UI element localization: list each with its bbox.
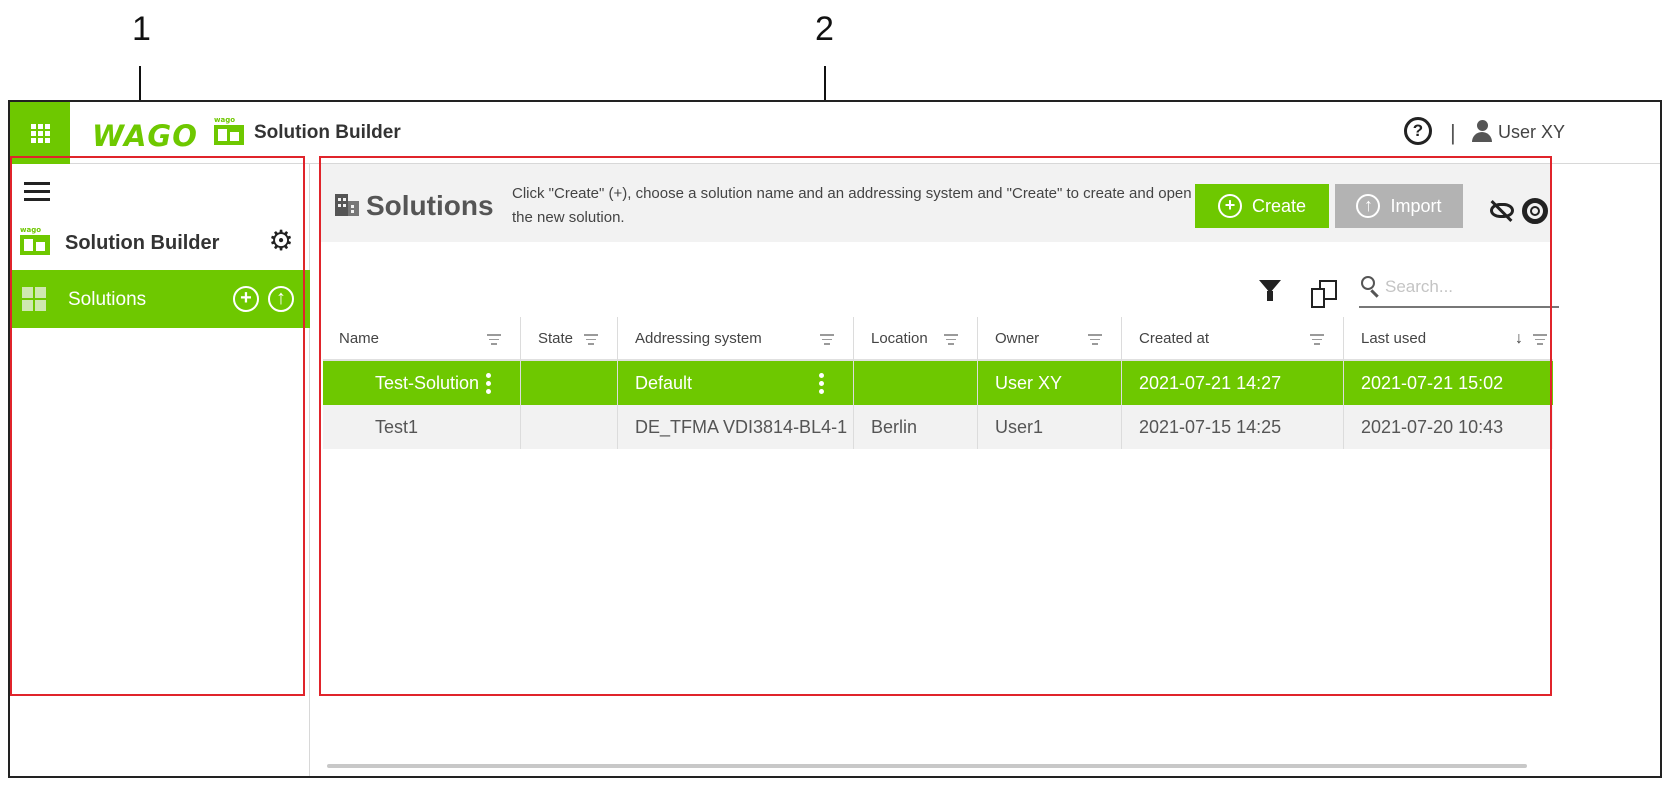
grid-icon <box>30 123 50 143</box>
callout-1: 1 <box>132 10 151 48</box>
app-title: Solution Builder <box>254 122 401 143</box>
app-launcher-button[interactable] <box>10 102 70 164</box>
region-2-highlight <box>319 156 1552 696</box>
solution-builder-icon: wago <box>214 116 244 146</box>
region-1-highlight <box>10 156 305 696</box>
wago-logo: WAGO <box>92 119 198 153</box>
help-icon[interactable]: ? <box>1404 117 1432 145</box>
horizontal-scrollbar[interactable] <box>327 764 1527 768</box>
user-name[interactable]: User XY <box>1498 122 1565 143</box>
topbar-separator: | <box>1450 120 1456 145</box>
app-window: WAGO wago Solution Builder ? | User XY w… <box>8 100 1662 778</box>
top-bar: WAGO wago Solution Builder ? | User XY <box>10 102 1660 164</box>
callout-2: 2 <box>815 10 834 48</box>
user-icon[interactable] <box>1472 119 1492 143</box>
